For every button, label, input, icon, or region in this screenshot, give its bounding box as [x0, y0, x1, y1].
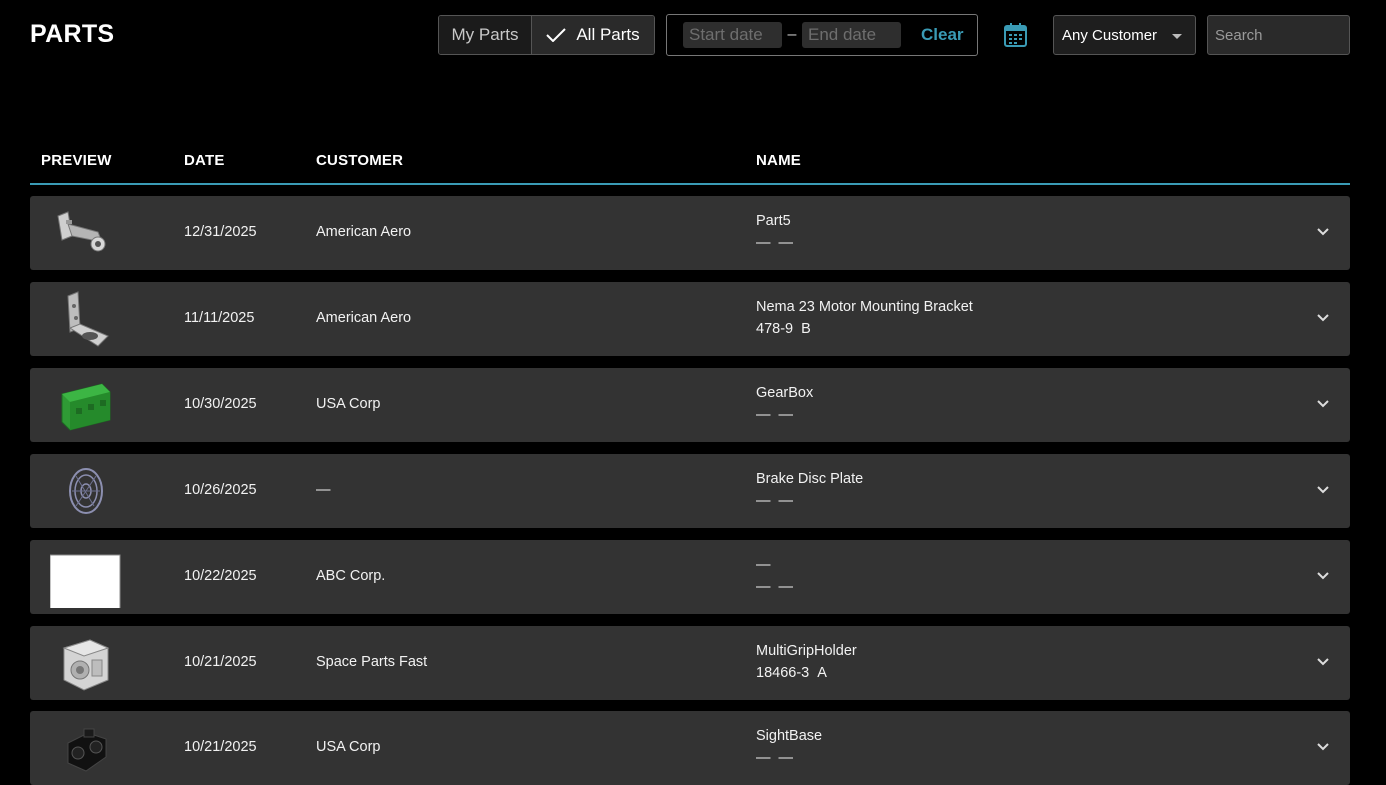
part-preview: [50, 288, 122, 350]
row-customer: ABC Corp.: [316, 568, 386, 584]
row-name-cell: Nema 23 Motor Mounting Bracket 478-9 B: [756, 299, 973, 337]
chevron-down-icon[interactable]: [1316, 571, 1330, 581]
row-date: 10/21/2025: [184, 654, 257, 670]
date-separator: –: [787, 26, 797, 43]
table-row[interactable]: 10/22/2025 ABC Corp. — — —: [30, 540, 1350, 614]
row-name-cell: SightBase — —: [756, 728, 822, 766]
row-name: Brake Disc Plate: [756, 471, 864, 487]
row-part-number: —: [756, 493, 771, 509]
chevron-down-icon[interactable]: [1316, 399, 1330, 409]
part-preview: [49, 546, 122, 610]
row-name: SightBase: [756, 728, 823, 744]
row-name-cell: MultiGripHolder 18466-3 A: [756, 643, 857, 681]
motor-bracket-part-icon: [67, 291, 109, 347]
row-customer: —: [316, 482, 331, 498]
chevron-down-icon[interactable]: [1316, 227, 1330, 237]
customer-select[interactable]: Any Customer: [1053, 15, 1196, 55]
my-parts-label: My Parts: [451, 25, 519, 44]
part-preview: [50, 460, 122, 522]
row-date: 10/22/2025: [184, 568, 257, 584]
row-name: MultiGripHolder: [756, 643, 857, 659]
column-header-name: NAME: [756, 152, 801, 169]
chevron-down-icon[interactable]: [1316, 742, 1330, 752]
end-date-input[interactable]: [802, 22, 901, 48]
row-date: 10/30/2025: [184, 396, 257, 412]
row-revision: —: [778, 407, 794, 423]
row-customer: USA Corp: [316, 739, 381, 755]
blank-preview-icon: [49, 554, 121, 610]
row-revision: —: [778, 750, 794, 766]
gearbox-part-icon: [61, 383, 111, 431]
table-row[interactable]: 10/30/2025 USA Corp GearBox — —: [30, 368, 1350, 442]
part-preview: [50, 717, 122, 779]
table-row[interactable]: 10/26/2025 — Brake Disc Plate — —: [30, 454, 1350, 528]
row-name-cell: — — —: [756, 557, 801, 595]
all-parts-button[interactable]: All Parts: [532, 16, 654, 54]
table-row[interactable]: 12/31/2025 American Aero Part5 — —: [30, 196, 1350, 270]
part-preview: [50, 632, 122, 694]
table-row[interactable]: 10/21/2025 USA Corp SightBase — —: [30, 711, 1350, 785]
row-part-number: 478-9: [756, 321, 794, 337]
chevron-down-icon[interactable]: [1316, 485, 1330, 495]
row-name: GearBox: [756, 385, 814, 401]
column-header-date: DATE: [184, 152, 225, 169]
row-name-cell: Part5 — —: [756, 213, 801, 251]
parts-filter-toggle: My Parts All Parts: [438, 15, 655, 55]
column-header-customer: CUSTOMER: [316, 152, 404, 169]
row-date: 10/21/2025: [184, 739, 257, 755]
table-header: PREVIEW DATE CUSTOMER NAME: [30, 140, 1350, 185]
column-header-preview: PREVIEW: [41, 152, 112, 169]
check-icon: [546, 28, 567, 42]
row-part-number: —: [756, 750, 771, 766]
all-parts-label: All Parts: [576, 25, 640, 44]
row-revision: B: [801, 321, 811, 337]
chevron-down-icon[interactable]: [1316, 313, 1330, 323]
row-customer: Space Parts Fast: [316, 654, 428, 670]
row-revision: A: [817, 665, 827, 681]
table-row[interactable]: 10/21/2025 Space Parts Fast MultiGripHol…: [30, 626, 1350, 700]
date-range-filter: – Clear: [666, 14, 978, 56]
table-row[interactable]: 11/11/2025 American Aero Nema 23 Motor M…: [30, 282, 1350, 356]
brake-disc-part-icon: [69, 468, 103, 514]
customer-select-value: Any Customer: [1062, 26, 1158, 44]
my-parts-button[interactable]: My Parts: [439, 16, 532, 54]
row-date: 12/31/2025: [184, 224, 257, 240]
clear-dates-button[interactable]: Clear: [921, 25, 964, 45]
row-name: —: [756, 557, 771, 573]
row-name: Part5: [756, 213, 791, 229]
row-revision: —: [778, 235, 794, 251]
row-name-cell: GearBox — —: [756, 385, 813, 423]
row-customer: USA Corp: [316, 396, 381, 412]
row-part-number: —: [756, 579, 771, 595]
search-input[interactable]: [1207, 15, 1350, 55]
part-preview: [50, 374, 122, 436]
row-part-number: 18466-3: [756, 665, 810, 681]
row-part-number: —: [756, 235, 771, 251]
calendar-icon[interactable]: [1004, 23, 1027, 47]
row-part-number: —: [756, 407, 771, 423]
page-title: PARTS: [30, 20, 115, 48]
row-revision: —: [778, 493, 794, 509]
caret-down-icon: [1172, 34, 1182, 39]
row-name-cell: Brake Disc Plate — —: [756, 471, 863, 509]
part-preview: [50, 202, 122, 264]
bracket-arm-part-icon: [57, 211, 106, 252]
grip-holder-part-icon: [62, 639, 110, 691]
sight-base-part-icon: [67, 728, 107, 772]
row-customer: American Aero: [316, 310, 412, 326]
chevron-down-icon[interactable]: [1316, 657, 1330, 667]
row-name: Nema 23 Motor Mounting Bracket: [756, 299, 973, 315]
row-customer: American Aero: [316, 224, 412, 240]
start-date-input[interactable]: [683, 22, 782, 48]
row-revision: —: [778, 579, 794, 595]
row-date: 11/11/2025: [184, 310, 255, 326]
row-date: 10/26/2025: [184, 482, 257, 498]
